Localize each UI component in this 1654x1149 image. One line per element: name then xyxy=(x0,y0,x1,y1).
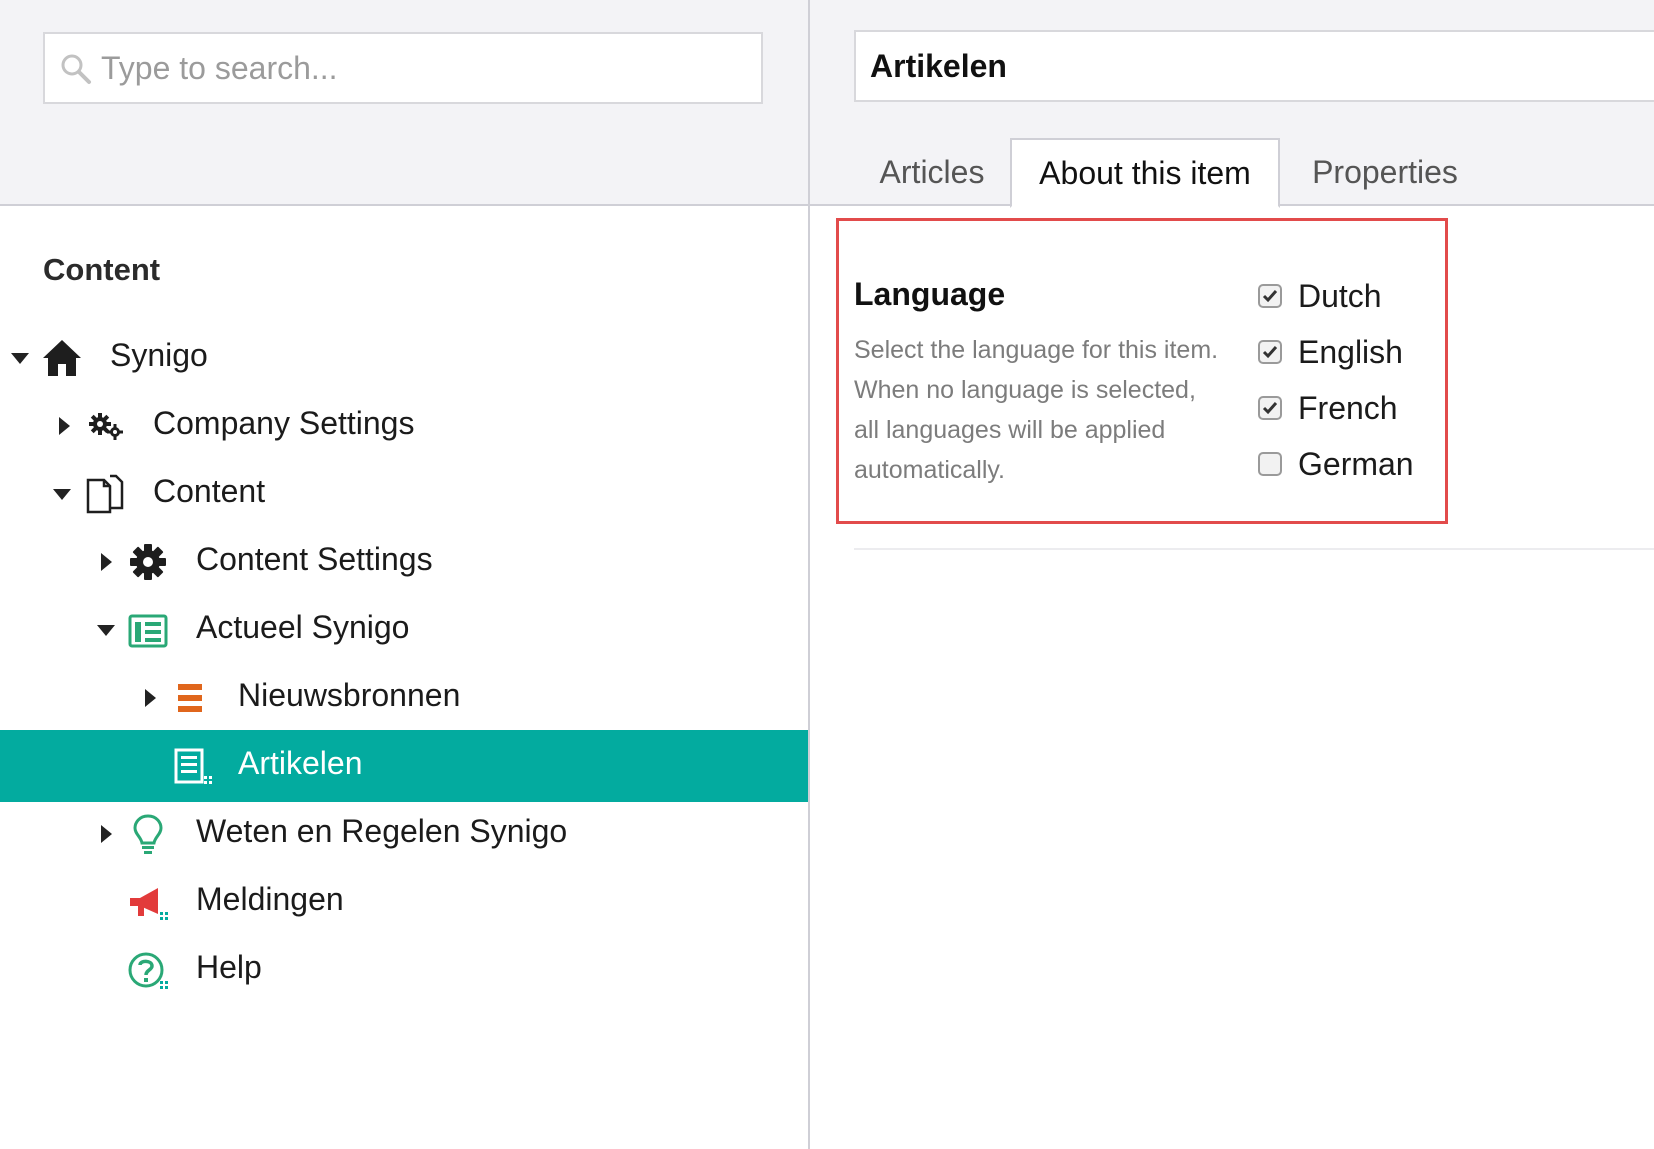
editor-header: Articles About this item Properties xyxy=(810,0,1654,208)
checkmark-icon xyxy=(1262,402,1278,415)
caret-right-icon[interactable] xyxy=(96,552,116,572)
section-title: Content xyxy=(43,252,161,287)
gear-icon xyxy=(130,544,166,580)
property-description: Select the language for this item. When … xyxy=(854,336,1219,484)
checkbox-unchecked[interactable] xyxy=(1258,452,1282,476)
item-name-input[interactable] xyxy=(870,40,1650,92)
tree-item-weten-en-regelen[interactable]: Weten en Regelen Synigo xyxy=(0,798,808,870)
checkbox-checked[interactable] xyxy=(1258,396,1282,420)
tree-item-nieuwsbronnen[interactable]: Nieuwsbronnen xyxy=(0,662,808,734)
newspaper-icon xyxy=(128,614,168,648)
tree-item-help[interactable]: Help xyxy=(0,934,808,1006)
tree-item-content-settings[interactable]: Content Settings xyxy=(0,526,808,598)
tree-item-content[interactable]: Content xyxy=(0,458,808,530)
tree-item-label: Artikelen xyxy=(238,745,363,781)
cogs-icon xyxy=(89,413,123,440)
tab-articles[interactable]: Articles xyxy=(854,138,1010,206)
language-option-french[interactable]: French xyxy=(1258,388,1398,428)
caret-right-icon[interactable] xyxy=(54,416,74,436)
tree-item-company-settings[interactable]: Company Settings xyxy=(0,390,808,462)
article-list-icon xyxy=(174,748,212,784)
tree-item-label: Meldingen xyxy=(196,881,344,917)
lightbulb-icon xyxy=(133,814,163,854)
item-name-box[interactable] xyxy=(854,30,1654,102)
megaphone-icon xyxy=(130,888,168,920)
tree-item-label: Weten en Regelen Synigo xyxy=(196,813,568,849)
caret-right-icon[interactable] xyxy=(140,688,160,708)
tree-item-label: Synigo xyxy=(110,337,208,373)
checkmark-icon xyxy=(1262,346,1278,359)
language-option-german[interactable]: German xyxy=(1258,444,1414,484)
tree-item-label: Help xyxy=(196,949,262,985)
list-icon xyxy=(178,684,202,712)
tree-item-actueel-synigo[interactable]: Actueel Synigo xyxy=(0,594,808,666)
option-label: German xyxy=(1298,445,1414,482)
language-option-dutch[interactable]: Dutch xyxy=(1258,276,1382,316)
option-label: English xyxy=(1298,333,1403,370)
section-divider xyxy=(854,548,1654,550)
tree-item-label: Content xyxy=(153,473,266,509)
option-label: French xyxy=(1298,389,1398,426)
caret-down-icon[interactable] xyxy=(96,620,116,640)
checkmark-icon xyxy=(1262,290,1278,303)
tree-item-artikelen[interactable]: Artikelen xyxy=(0,730,808,802)
checkbox-checked[interactable] xyxy=(1258,340,1282,364)
tab-properties[interactable]: Properties xyxy=(1280,138,1490,206)
caret-right-icon[interactable] xyxy=(96,824,116,844)
tree-item-meldingen[interactable]: Meldingen xyxy=(0,866,808,938)
tree-item-label: Content Settings xyxy=(196,541,433,577)
home-icon xyxy=(43,340,81,376)
property-title: Language xyxy=(854,276,1006,312)
language-option-english[interactable]: English xyxy=(1258,332,1403,372)
tree-item-label: Company Settings xyxy=(153,405,415,441)
tree-item-label: Actueel Synigo xyxy=(196,609,410,645)
tab-about-this-item[interactable]: About this item xyxy=(1010,138,1280,208)
caret-down-icon[interactable] xyxy=(10,348,30,368)
editor-panel: Articles About this item Properties Lang… xyxy=(810,0,1654,1149)
tree-item-label: Nieuwsbronnen xyxy=(238,677,461,713)
tree-panel: Content Synigo Company Settings xyxy=(0,0,810,1149)
tree-item-synigo[interactable]: Synigo xyxy=(0,322,808,394)
search-input[interactable] xyxy=(101,42,751,94)
search-icon xyxy=(61,54,91,84)
caret-down-icon[interactable] xyxy=(52,484,72,504)
search-box[interactable] xyxy=(43,32,763,104)
tree-header xyxy=(0,0,808,206)
documents-icon xyxy=(86,474,124,514)
option-label: Dutch xyxy=(1298,277,1382,314)
help-icon xyxy=(128,952,168,989)
checkbox-checked[interactable] xyxy=(1258,284,1282,308)
